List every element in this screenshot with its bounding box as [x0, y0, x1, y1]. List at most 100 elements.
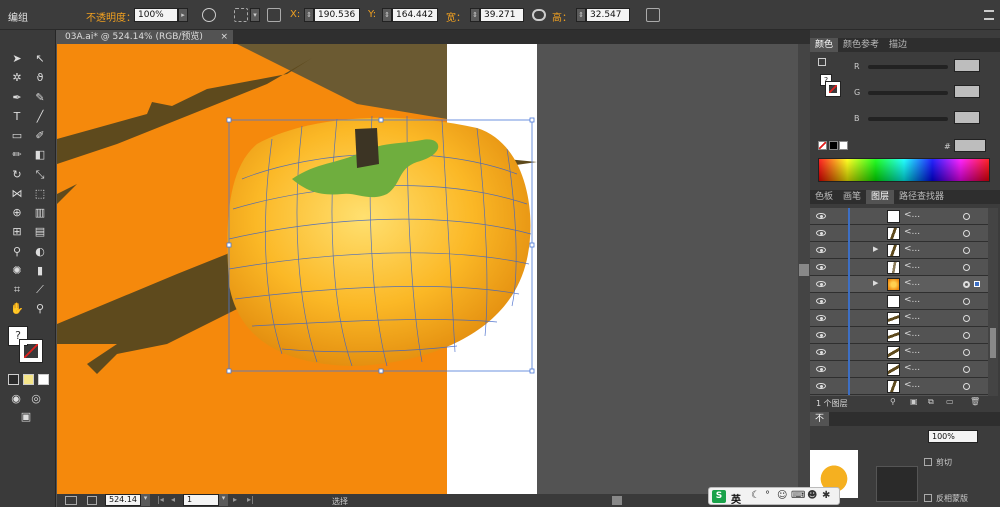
layer-row[interactable]: <...: [810, 293, 988, 310]
visibility-eye-icon[interactable]: [816, 332, 826, 338]
symbol-sprayer-tool-icon[interactable]: ✺: [9, 264, 25, 278]
free-transform-tool-icon[interactable]: ⬚: [32, 187, 48, 201]
expand-arrow-icon[interactable]: ▶: [873, 245, 878, 253]
tab-layers[interactable]: 图层: [866, 190, 895, 204]
tab-pathfinder[interactable]: 路径查找器: [894, 190, 949, 204]
invert-mask-checkbox[interactable]: [924, 494, 932, 502]
clip-checkbox[interactable]: [924, 458, 932, 466]
visibility-eye-icon[interactable]: [816, 230, 826, 236]
none-swatch[interactable]: [818, 141, 827, 150]
target-icon[interactable]: [963, 315, 970, 322]
y-stepper-icon[interactable]: ⇕: [382, 8, 392, 22]
none-mode-icon[interactable]: [38, 374, 49, 385]
layer-row[interactable]: ▶ <...: [810, 242, 988, 259]
white-swatch[interactable]: [839, 141, 848, 150]
rectangle-tool-icon[interactable]: ▭: [9, 129, 25, 143]
target-icon[interactable]: [963, 332, 970, 339]
layer-row-selected[interactable]: ▶ <...: [810, 276, 988, 293]
tab-stroke[interactable]: 描边: [884, 38, 912, 52]
ime-punctuation-icon[interactable]: °: [765, 490, 770, 501]
target-icon[interactable]: [963, 247, 970, 254]
line-tool-icon[interactable]: ╱: [32, 110, 48, 124]
selection-indicator[interactable]: [974, 281, 980, 287]
ime-language-toggle[interactable]: 英: [731, 491, 741, 506]
tab-swatches[interactable]: 色板: [810, 190, 838, 204]
zoom-dropdown-icon[interactable]: ▾: [141, 494, 150, 506]
close-tab-icon[interactable]: ×: [220, 30, 228, 44]
transform-icon[interactable]: [234, 8, 248, 22]
layer-row[interactable]: <...: [810, 378, 988, 395]
gradient-mode-icon[interactable]: [23, 374, 34, 385]
ime-keyboard-icon[interactable]: ⌨: [791, 490, 805, 501]
layer-row[interactable]: <...: [810, 327, 988, 344]
ime-settings-icon[interactable]: ✱: [822, 490, 830, 501]
magic-wand-tool-icon[interactable]: ✲: [9, 71, 25, 85]
target-icon[interactable]: [963, 230, 970, 237]
color-spectrum[interactable]: [818, 158, 990, 182]
artboard-nav-icon[interactable]: [65, 496, 77, 505]
target-icon[interactable]: [963, 298, 970, 305]
target-icon[interactable]: [963, 349, 970, 356]
transparency-opacity-input[interactable]: 100%: [928, 430, 978, 443]
lasso-tool-icon[interactable]: ϑ: [32, 71, 48, 85]
clipping-mask-icon[interactable]: ▣: [910, 397, 918, 406]
visibility-eye-icon[interactable]: [816, 349, 826, 355]
color-mode-icon[interactable]: [8, 374, 19, 385]
channel-g-slider[interactable]: [868, 91, 948, 95]
y-input[interactable]: 164.442: [392, 8, 438, 22]
recolor-icon[interactable]: [202, 8, 216, 22]
height-stepper-icon[interactable]: ⇕: [576, 8, 586, 22]
layer-row[interactable]: <...: [810, 208, 988, 225]
visibility-eye-icon[interactable]: [816, 383, 826, 389]
gradient-tool-icon[interactable]: ▤: [32, 225, 48, 239]
eyedropper-tool-icon[interactable]: ⚲: [9, 245, 25, 259]
width-input[interactable]: 39.271: [480, 8, 524, 22]
tab-color[interactable]: 颜色: [810, 38, 839, 52]
transform-panel-icon[interactable]: [646, 8, 660, 22]
channel-b-slider[interactable]: [868, 117, 948, 121]
blend-tool-icon[interactable]: ◐: [32, 245, 48, 259]
zoom-input[interactable]: 524.14: [105, 494, 141, 506]
layer-row[interactable]: <...: [810, 310, 988, 327]
paintbrush-tool-icon[interactable]: ✐: [32, 129, 48, 143]
artboard-tool-icon[interactable]: ⌗: [9, 283, 25, 297]
layer-row[interactable]: <...: [810, 225, 988, 242]
ime-emoji-icon[interactable]: ☺: [777, 490, 787, 501]
mesh-tool-icon[interactable]: ⊞: [9, 225, 25, 239]
page-input[interactable]: 1: [183, 494, 219, 506]
layers-scrollbar[interactable]: [988, 208, 998, 396]
horizontal-scroll-thumb[interactable]: [612, 496, 622, 505]
curvature-tool-icon[interactable]: ✎: [32, 91, 48, 105]
pen-tool-icon[interactable]: ✒: [9, 91, 25, 105]
reference-point-icon[interactable]: [267, 8, 281, 22]
layers-scroll-thumb[interactable]: [990, 328, 996, 358]
screen-mode-icon[interactable]: ▣: [18, 410, 34, 424]
document-tab[interactable]: 03A.ai* @ 524.14% (RGB/预览) ×: [57, 30, 233, 44]
prev-page-icon[interactable]: ◂: [171, 495, 175, 504]
new-sublayer-icon[interactable]: ⧉: [928, 397, 934, 407]
visibility-eye-icon[interactable]: [816, 281, 826, 287]
channel-g-input[interactable]: [954, 85, 980, 98]
target-icon[interactable]: [963, 366, 970, 373]
first-page-icon[interactable]: |◂: [157, 495, 164, 504]
channel-b-input[interactable]: [954, 111, 980, 124]
tab-transparency[interactable]: 不: [810, 412, 830, 426]
delete-layer-icon[interactable]: 🗑: [970, 397, 980, 406]
target-icon[interactable]: [963, 213, 970, 220]
default-colors-icon[interactable]: [818, 58, 826, 66]
eraser-tool-icon[interactable]: ◧: [32, 148, 48, 162]
layer-row[interactable]: <...: [810, 344, 988, 361]
ime-halfwidth-icon[interactable]: ☾: [751, 490, 760, 501]
constrain-link-icon[interactable]: [532, 9, 546, 21]
mask-thumbnail[interactable]: [876, 466, 918, 502]
visibility-eye-icon[interactable]: [816, 247, 826, 253]
opacity-input[interactable]: 100%: [134, 8, 178, 22]
selection-tool-icon[interactable]: ➤: [9, 52, 25, 66]
draw-behind-icon[interactable]: ◎: [28, 392, 44, 406]
channel-r-slider[interactable]: [868, 65, 948, 69]
ime-logo-icon[interactable]: S: [712, 490, 726, 503]
tab-brushes[interactable]: 画笔: [838, 190, 866, 204]
hand-tool-icon[interactable]: ✋: [9, 302, 25, 316]
new-layer-icon[interactable]: ▭: [946, 397, 954, 406]
target-icon[interactable]: [963, 383, 970, 390]
